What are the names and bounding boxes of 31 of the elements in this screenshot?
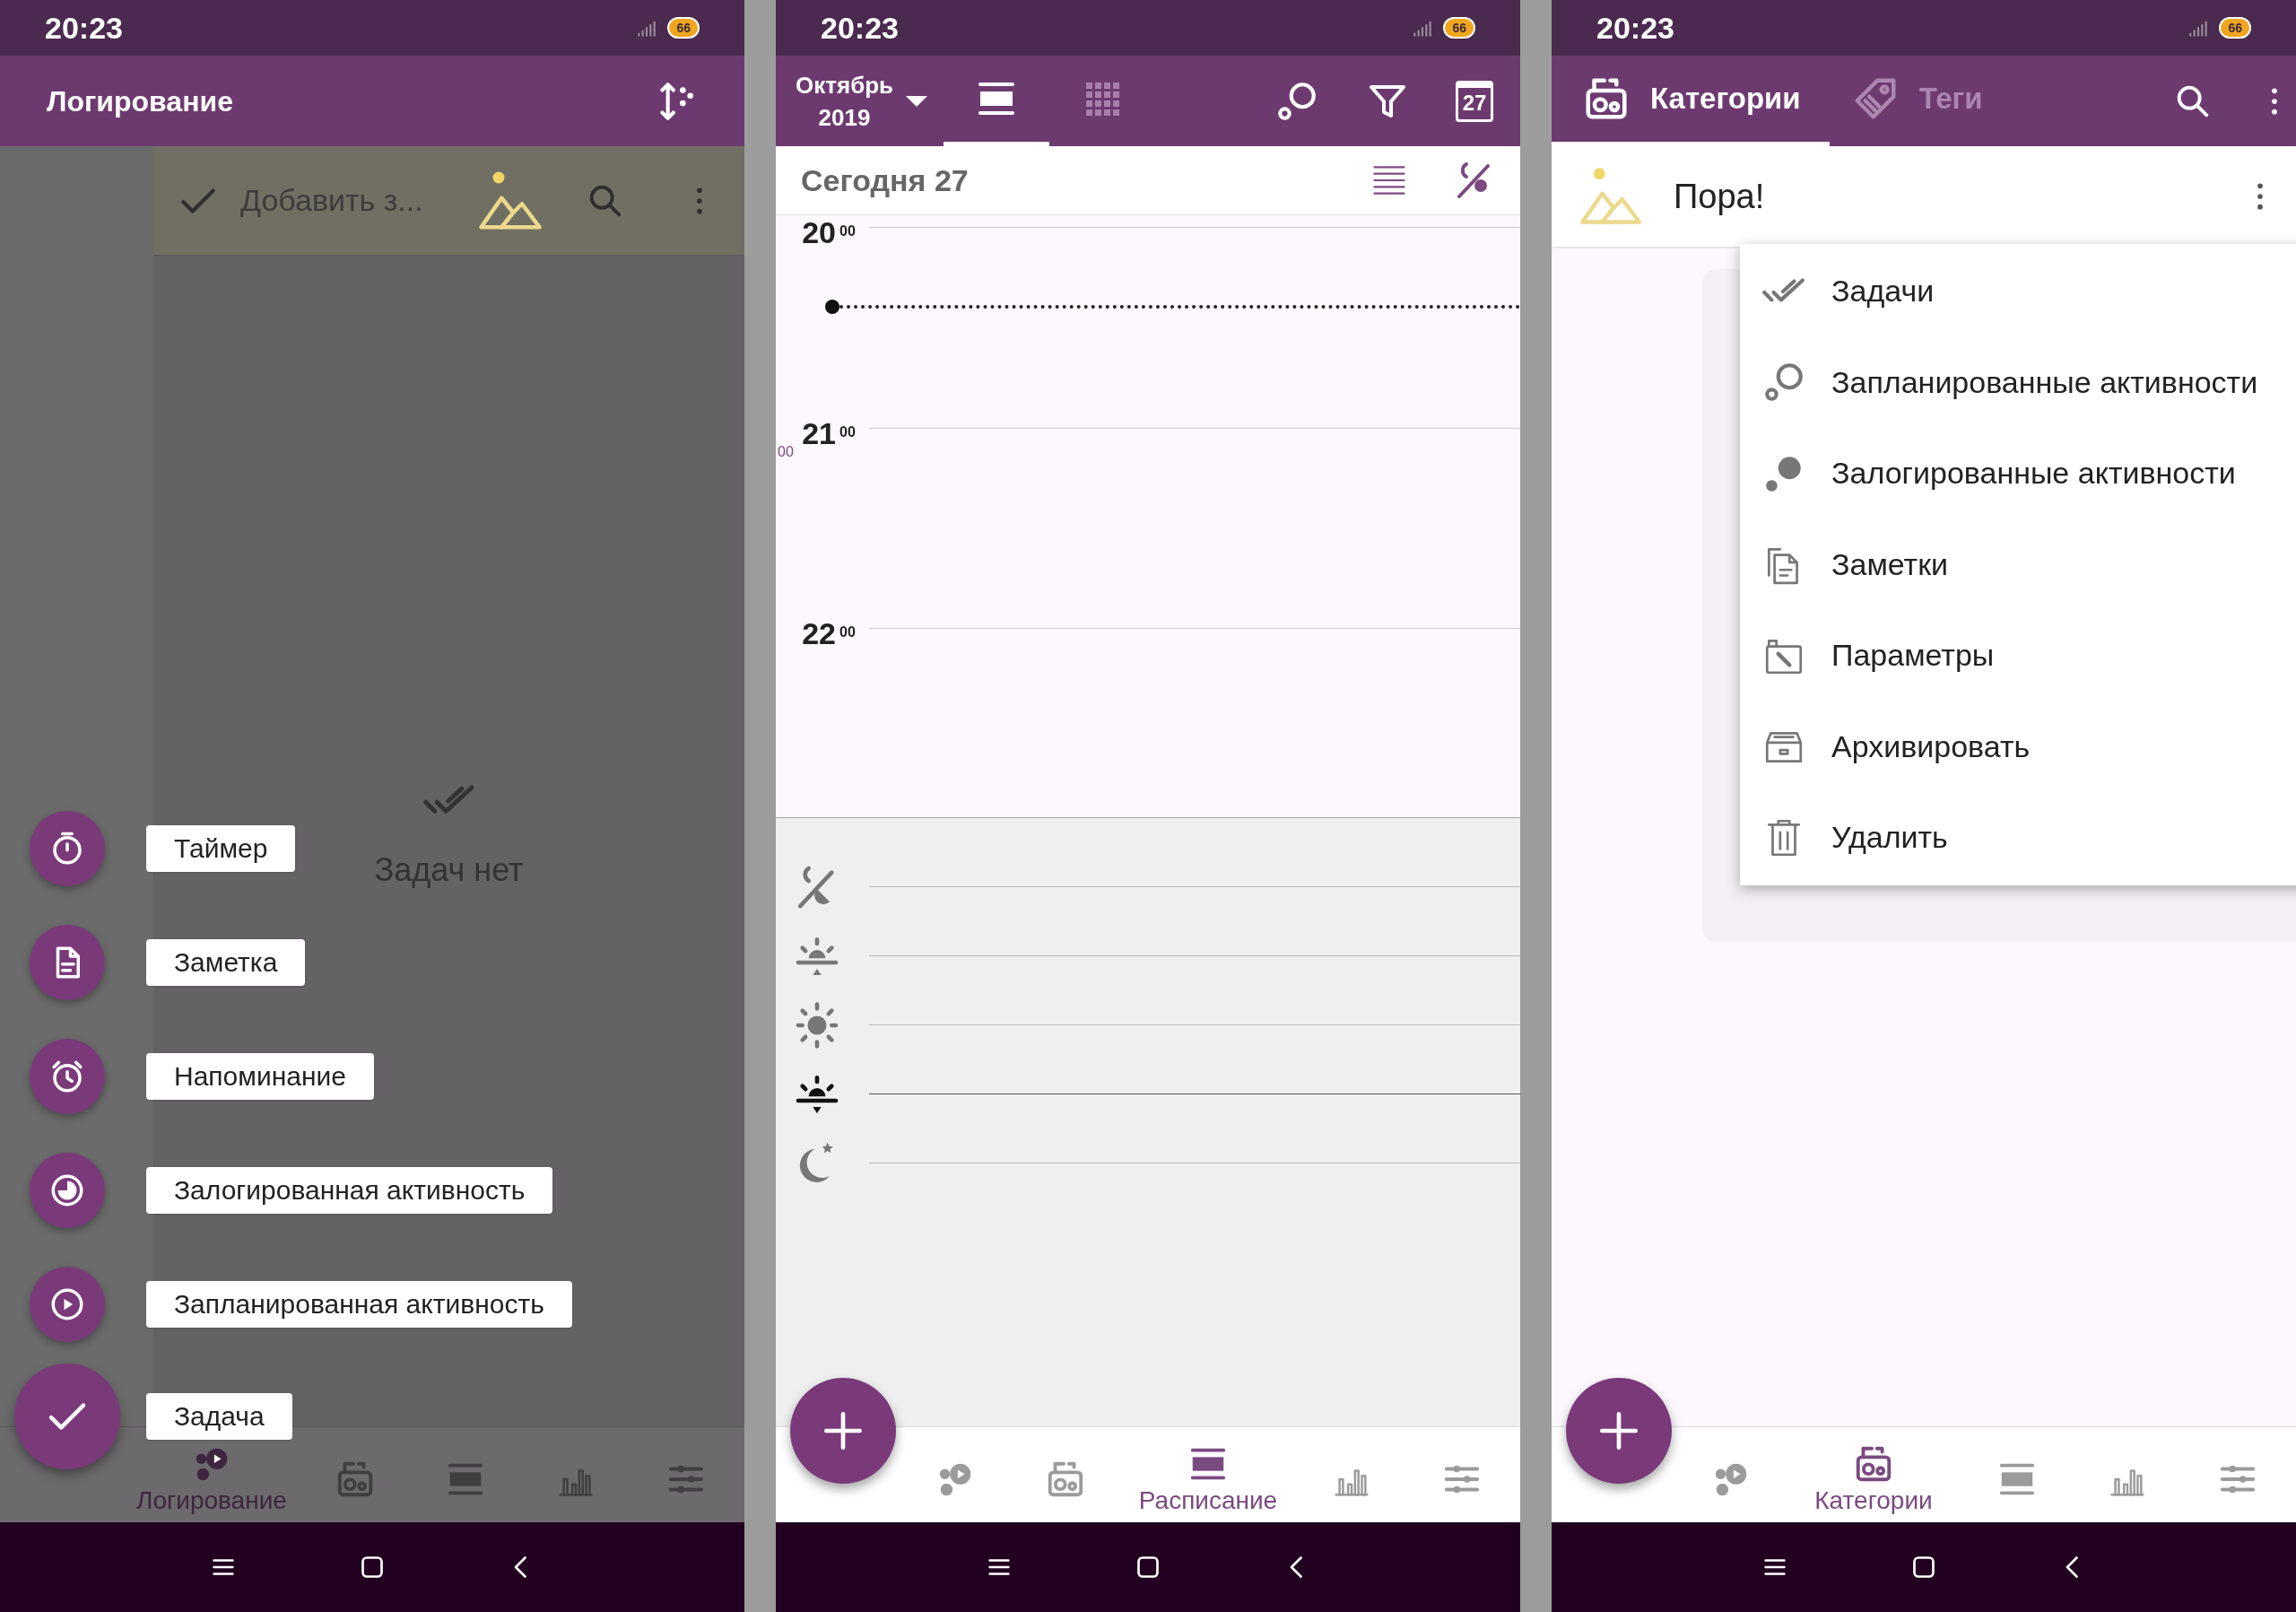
menu-item[interactable]: Задачи — [1740, 246, 2296, 337]
category-name: Пора! — [1674, 176, 1765, 217]
battery-indicator: 66 — [2219, 17, 2251, 39]
calendar-button[interactable]: 27 — [1456, 80, 1493, 122]
app-title: Логирование — [47, 83, 233, 119]
fab-option-label[interactable]: Запланированная активность — [146, 1280, 572, 1328]
battery-indicator: 66 — [1443, 17, 1475, 39]
nav-tab[interactable]: Расписание — [1120, 1442, 1296, 1517]
hour-label: 20$^{00}$ — [801, 214, 857, 251]
fab-option-label[interactable]: Таймер — [146, 824, 296, 872]
menu-item[interactable]: Заметки — [1740, 518, 2296, 610]
menu-item[interactable]: Параметры — [1740, 610, 2296, 701]
fab-option-label[interactable]: Напоминание — [146, 1052, 374, 1100]
battery-indicator: 66 — [667, 17, 700, 39]
category-row[interactable]: Пора! — [1552, 146, 2296, 247]
month-picker[interactable]: Октябрь 2019 — [776, 56, 928, 146]
status-time: 20:23 — [821, 9, 899, 47]
fab-option-label[interactable]: Залогированная активность — [146, 1166, 553, 1214]
fab-option-label[interactable]: Заметка — [146, 938, 306, 986]
menu-item[interactable]: Запланированные активности — [1740, 336, 2296, 428]
hour-label: 22$^{00}$ — [801, 615, 857, 653]
status-time: 20:23 — [45, 9, 123, 47]
fab-option-label[interactable]: Задача — [146, 1392, 292, 1440]
day-label: Сегодня 27 — [801, 161, 969, 199]
status-time: 20:23 — [1596, 9, 1674, 47]
dropdown-caret-icon — [906, 95, 928, 107]
menu-item[interactable]: Архивировать — [1740, 701, 2296, 792]
menu-item[interactable]: Удалить — [1740, 792, 2296, 884]
nav-tab[interactable]: Категории — [1786, 1442, 1961, 1517]
time-marker: 00 — [778, 443, 794, 461]
menu-item[interactable]: Залогированные активности — [1740, 428, 2296, 519]
